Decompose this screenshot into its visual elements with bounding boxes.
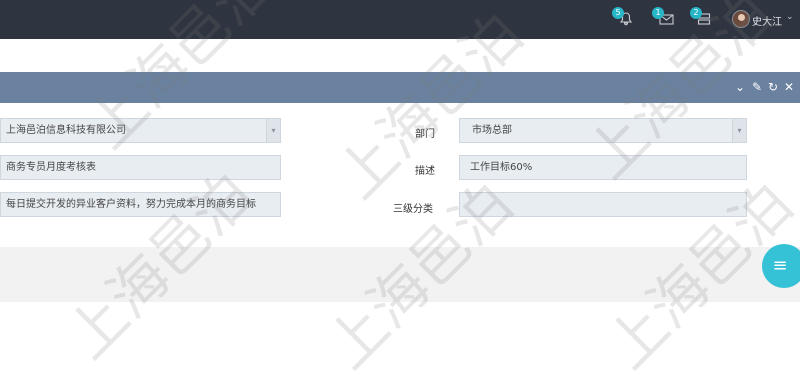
username[interactable]: 史大江 (752, 13, 782, 28)
notification-count-badge: 5 (612, 7, 624, 19)
panel-header (0, 72, 800, 103)
avatar[interactable] (732, 10, 750, 28)
category3-label: 三级分类 (393, 204, 433, 215)
top-navbar: 5 1 2 史大江 ⌄ (0, 0, 800, 39)
company-select[interactable]: 上海邑泊信息科技有限公司 ▾ (0, 118, 281, 143)
name-field[interactable]: 商务专员月度考核表 (0, 155, 281, 180)
description-field[interactable]: 工作目标60% (459, 155, 747, 180)
department-value: 市场总部 (472, 125, 512, 136)
department-select[interactable]: 市场总部 ▾ (459, 118, 747, 143)
detail-value: 每日提交开发的异业客户资料，努力完成本月的商务目标 (6, 199, 256, 210)
menu-icon: ≡ (772, 255, 788, 276)
refresh-icon[interactable]: ↻ (767, 80, 779, 94)
description-label: 描述 (415, 166, 435, 177)
chevron-down-icon[interactable]: ▾ (266, 119, 280, 142)
collapse-icon[interactable]: ⌄ (734, 80, 746, 94)
task-count-badge: 2 (690, 7, 702, 19)
chevron-down-icon[interactable]: ▾ (732, 119, 746, 142)
envelope-icon[interactable]: 1 (652, 7, 675, 28)
close-icon[interactable]: ✕ (783, 80, 795, 94)
description-value: 工作目标60% (470, 162, 533, 173)
bell-icon[interactable]: 5 (612, 7, 635, 28)
wrench-icon[interactable]: ✎ (751, 80, 763, 94)
tasks-icon[interactable]: 2 (690, 7, 713, 28)
chevron-down-icon[interactable]: ⌄ (786, 12, 794, 22)
footer-area (0, 247, 800, 302)
company-value: 上海邑泊信息科技有限公司 (6, 125, 126, 136)
floating-menu-button[interactable]: ≡ (762, 244, 800, 288)
detail-field[interactable]: 每日提交开发的异业客户资料，努力完成本月的商务目标 (0, 192, 281, 217)
category3-field[interactable] (459, 192, 747, 217)
name-value: 商务专员月度考核表 (6, 162, 96, 173)
department-label: 部门 (415, 129, 435, 140)
message-count-badge: 1 (652, 7, 664, 19)
